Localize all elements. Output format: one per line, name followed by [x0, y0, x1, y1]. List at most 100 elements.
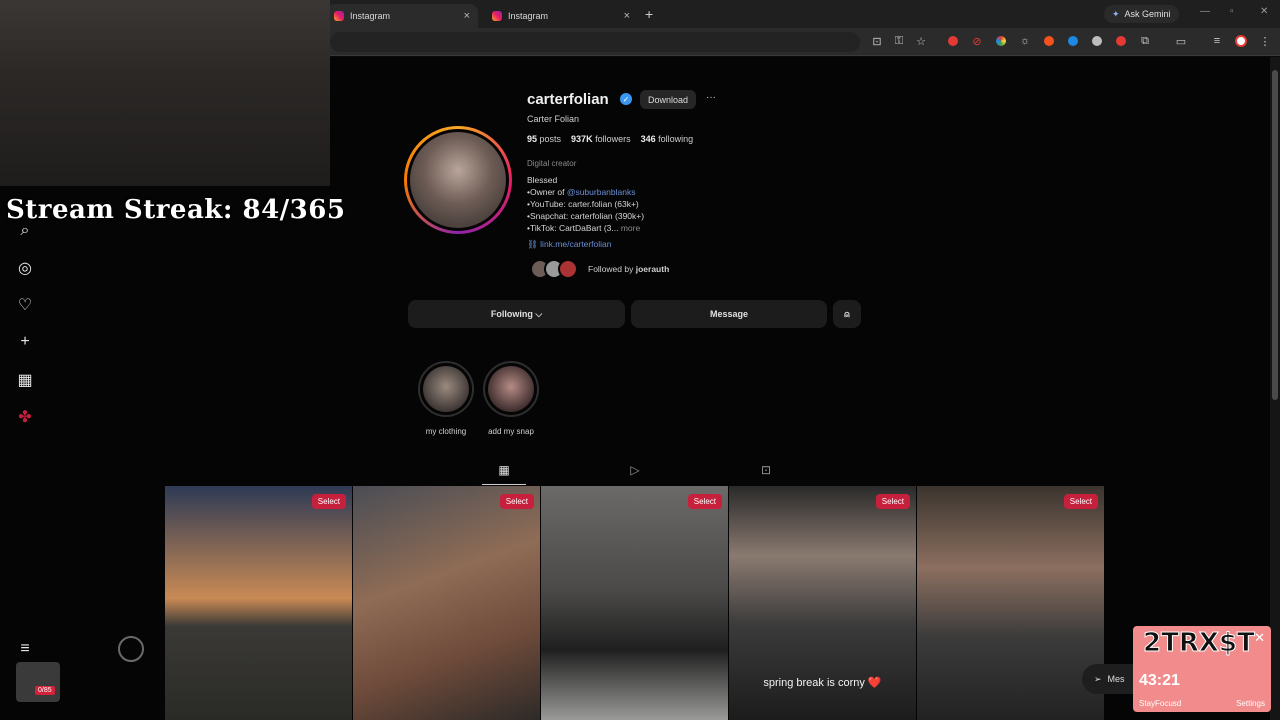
select-button[interactable]: Select — [687, 494, 722, 509]
tab-title: Instagram — [350, 11, 391, 21]
install-app-icon[interactable]: ⊡ — [870, 34, 884, 48]
extension-color-icon[interactable] — [994, 34, 1008, 48]
focus-logo: 2TRX$T — [1143, 628, 1256, 659]
tagged-icon[interactable]: ⊡ — [758, 462, 774, 478]
extensions-puzzle-icon[interactable]: ⧉ — [1138, 34, 1152, 48]
ask-gemini-button[interactable]: ✦ Ask Gemini — [1104, 5, 1179, 23]
extension-sun-icon[interactable]: ☼ — [1018, 34, 1032, 48]
highlight-image — [423, 366, 469, 412]
highlight-image — [488, 366, 534, 412]
extension-face-icon[interactable] — [1090, 34, 1104, 48]
browser-menu-icon[interactable]: ⋮ — [1258, 34, 1272, 48]
close-window-icon[interactable]: ✕ — [1260, 6, 1268, 17]
profile-avatar-icon[interactable] — [1234, 34, 1248, 48]
profile-options-button[interactable]: ··· — [706, 92, 716, 103]
post-tile[interactable]: Select — [541, 486, 728, 720]
instagram-favicon-icon — [492, 11, 502, 21]
profile-category: Digital creator — [527, 159, 577, 168]
add-person-icon[interactable]: ⍝ — [833, 300, 861, 328]
minimize-icon[interactable]: — — [1200, 6, 1210, 17]
bio-line: •Snapchat: carterfolian (390k+) — [527, 211, 645, 221]
download-button[interactable]: Download — [640, 90, 697, 109]
message-button[interactable]: Message — [631, 300, 827, 328]
extension-orange-icon[interactable] — [1042, 34, 1056, 48]
followed-by-user: joerauth — [635, 264, 670, 274]
notifications-heart-icon[interactable]: ♡ — [14, 294, 36, 316]
focus-timer: 43:21 — [1139, 672, 1180, 689]
ask-gemini-label: Ask Gemini — [1124, 9, 1171, 19]
profile-username: carterfolian — [527, 91, 609, 108]
bio-line: •TikTok: CartDaBart (3... more — [527, 223, 641, 233]
verified-badge-icon: ✓ — [620, 93, 632, 105]
bio-line: •Owner of @suburbanblanks — [527, 187, 636, 197]
posts-grid-icon[interactable]: ▦ — [496, 462, 512, 478]
bio-line: •YouTube: carter.folian (63k+) — [527, 199, 639, 209]
following-count[interactable]: 346 following — [641, 134, 694, 144]
close-icon[interactable]: ✕ — [1254, 630, 1265, 646]
send-icon: ➢ — [1094, 673, 1102, 684]
followed-by-prefix: Followed by — [588, 264, 634, 274]
profile-stats: 95 posts 937K followers 346 following — [527, 134, 693, 144]
tab-close-icon[interactable]: × — [624, 10, 630, 22]
tab-title: Instagram — [508, 11, 549, 21]
gemini-sparkle-icon: ✦ — [1112, 8, 1120, 19]
followers-count[interactable]: 937K followers — [571, 134, 631, 144]
profile-avatar — [407, 129, 509, 231]
side-panel-icon[interactable]: ▭ — [1174, 34, 1188, 48]
profile-avatar-ring[interactable] — [404, 126, 512, 234]
bio-line: Blessed — [527, 175, 558, 185]
followed-by[interactable]: Followed by joerauth — [530, 259, 669, 279]
threads-icon[interactable]: ✤ — [14, 406, 36, 428]
external-link[interactable]: ⛓ link.me/carterfolian — [527, 239, 612, 250]
post-tile[interactable]: Select — [353, 486, 540, 720]
explore-compass-icon[interactable]: ◎ — [14, 257, 36, 279]
highlight-ring — [483, 361, 539, 417]
post-tile[interactable]: Select spring break is corny ❤️ — [729, 486, 916, 720]
loading-spinner-icon — [118, 636, 144, 662]
extension-blue-icon[interactable] — [1066, 34, 1080, 48]
highlight-label: add my snap — [488, 427, 534, 436]
tab-close-icon[interactable]: × — [464, 10, 470, 22]
new-tab-button[interactable]: + — [645, 6, 653, 22]
focus-timer-widget: 2TRX$T ✕ 43:21 StayFocusd Settings — [1133, 626, 1271, 712]
stream-streak-text: Stream Streak: 84/365 — [6, 195, 346, 225]
extension-red-icon[interactable] — [946, 34, 960, 48]
app-shortcut-icon[interactable] — [16, 662, 60, 702]
select-button[interactable]: Select — [499, 494, 534, 509]
reading-list-icon[interactable]: ≡ — [1210, 34, 1224, 48]
post-tile[interactable]: Select — [917, 486, 1104, 720]
follower-avatar — [558, 259, 578, 279]
select-button[interactable]: Select — [311, 494, 346, 509]
bookmark-star-icon[interactable]: ☆ — [914, 34, 928, 48]
select-button[interactable]: Select — [875, 494, 910, 509]
maximize-icon[interactable]: ▫ — [1230, 6, 1234, 17]
browser-tab-instagram-1[interactable]: Instagram × — [326, 4, 478, 28]
messages-label: Mes — [1107, 674, 1125, 684]
scrollbar-thumb[interactable] — [1272, 70, 1278, 400]
bio-mention-link[interactable]: @suburbanblanks — [567, 187, 636, 197]
post-tile[interactable]: Select — [165, 486, 352, 720]
link-chain-icon: ⛓ — [527, 239, 538, 249]
create-plus-icon[interactable]: + — [14, 331, 36, 353]
more-menu-icon[interactable]: ≡ — [14, 638, 36, 660]
extension-clock-icon[interactable] — [1114, 34, 1128, 48]
profile-full-name: Carter Folian — [527, 114, 580, 124]
reels-icon[interactable]: ▷ — [627, 462, 643, 478]
password-key-icon[interactable]: ⚿ — [892, 34, 906, 48]
dashboard-icon[interactable]: ▦ — [14, 369, 36, 391]
focus-settings-button[interactable]: Settings — [1236, 699, 1265, 708]
highlight-my-clothing[interactable]: my clothing — [418, 361, 474, 436]
select-button[interactable]: Select — [1063, 494, 1098, 509]
posts-count: 95 posts — [527, 134, 562, 144]
profile-bio: Blessed •Owner of @suburbanblanks •YouTu… — [527, 174, 644, 234]
focus-app-name: StayFocusd — [1139, 699, 1182, 708]
highlight-add-my-snap[interactable]: add my snap — [483, 361, 539, 436]
bio-more-link[interactable]: more — [621, 223, 640, 233]
address-bar[interactable] — [330, 32, 860, 52]
browser-tab-instagram-2[interactable]: Instagram × — [484, 4, 638, 28]
app-badge: 0/85 — [35, 686, 55, 695]
highlight-ring — [418, 361, 474, 417]
webcam-overlay — [0, 0, 330, 186]
following-button[interactable]: Following ⌵ — [408, 300, 625, 328]
extension-block-icon[interactable]: ⊘ — [970, 34, 984, 48]
